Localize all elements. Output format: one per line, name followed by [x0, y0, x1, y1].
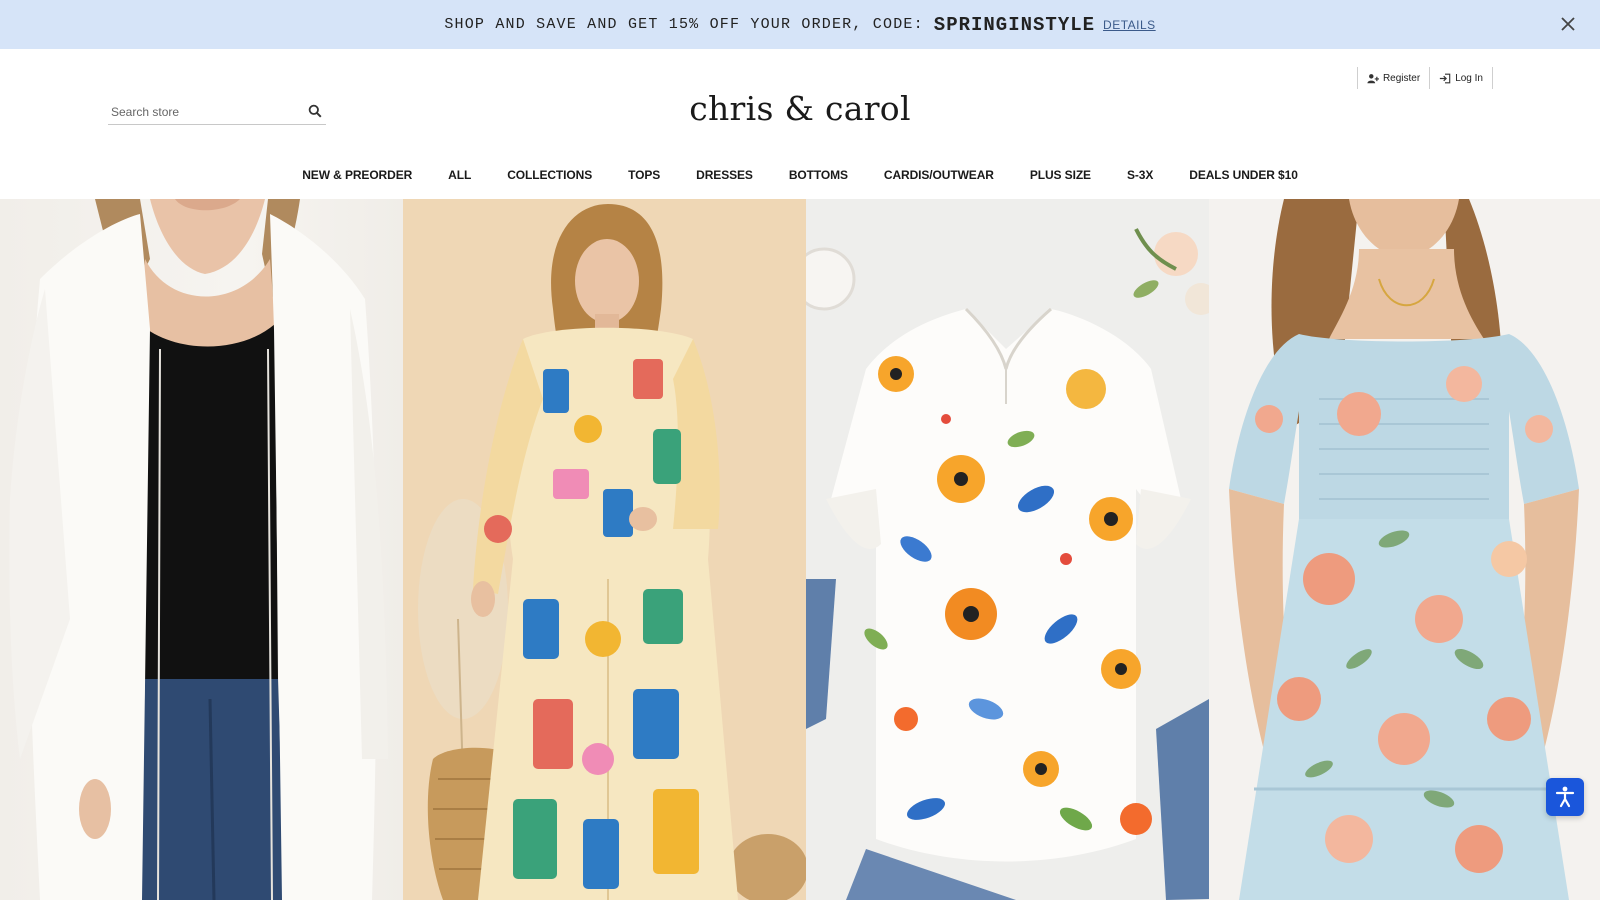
cardigan-illustration	[9, 199, 388, 900]
divider	[1492, 67, 1493, 89]
register-label: Register	[1382, 72, 1421, 84]
nav-item-collections[interactable]: COLLECTIONS	[489, 161, 610, 189]
nav-item-tops[interactable]: TOPS	[610, 161, 678, 189]
search-input[interactable]	[108, 104, 298, 119]
floral-blouse-flatlay-photo[interactable]	[806, 199, 1209, 900]
nav-item-all[interactable]: ALL	[430, 161, 489, 189]
login-link[interactable]: Log In	[1430, 73, 1492, 84]
site-logo[interactable]: chris & carol	[600, 89, 1000, 128]
nav-item-deals-under-10[interactable]: DEALS UNDER $10	[1171, 161, 1316, 189]
login-label: Log In	[1455, 72, 1483, 84]
printed-set-illustration	[418, 204, 806, 900]
nav-item-bottoms[interactable]: BOTTOMS	[771, 161, 866, 189]
hero-image-grid	[0, 199, 1600, 900]
promo-text: SHOP AND SAVE AND GET 15% OFF YOUR ORDER…	[444, 16, 924, 33]
close-icon[interactable]	[1558, 14, 1578, 34]
add-user-icon	[1367, 73, 1379, 83]
sign-in-icon	[1440, 73, 1451, 83]
nav-item-new-preorder[interactable]: NEW & PREORDER	[284, 161, 430, 189]
nav-item-cardis-outwear[interactable]: CARDIS/OUTWEAR	[866, 161, 1012, 189]
white-cardigan-photo[interactable]	[0, 199, 403, 900]
promo-details-link[interactable]: DETAILS	[1103, 18, 1156, 32]
accessibility-button[interactable]	[1546, 778, 1584, 816]
register-link[interactable]: Register	[1358, 73, 1429, 84]
accessibility-icon	[1555, 786, 1575, 808]
printed-two-piece-set-photo[interactable]	[403, 199, 806, 900]
promo-code: SPRINGINSTYLE	[933, 13, 1096, 36]
promo-banner: SHOP AND SAVE AND GET 15% OFF YOUR ORDER…	[0, 0, 1600, 49]
dress-illustration	[1229, 199, 1579, 900]
nav-item-s-3x[interactable]: S-3X	[1109, 161, 1171, 189]
site-header: Register Log In chris & carol NEW & PREO…	[0, 49, 1600, 199]
main-nav: NEW & PREORDER ALL COLLECTIONS TOPS DRES…	[0, 161, 1600, 189]
blouse-illustration	[806, 228, 1209, 900]
nav-item-dresses[interactable]: DRESSES	[678, 161, 771, 189]
nav-item-plus-size[interactable]: PLUS SIZE	[1012, 161, 1109, 189]
floral-midi-dress-photo[interactable]	[1209, 199, 1600, 900]
search-icon[interactable]	[308, 104, 322, 118]
account-links: Register Log In	[1356, 67, 1493, 89]
search-box	[108, 99, 326, 125]
